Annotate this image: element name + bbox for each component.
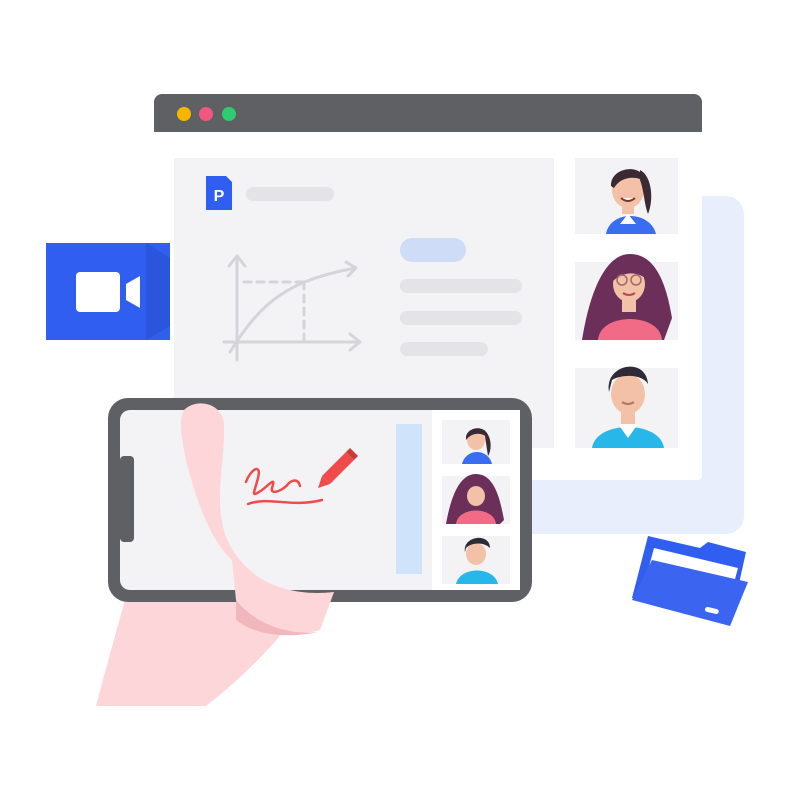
video-camera-icon[interactable] bbox=[46, 243, 170, 340]
highlight-pill-placeholder bbox=[400, 238, 466, 262]
phone-participant-woman-glasses[interactable] bbox=[442, 474, 510, 524]
document-p-icon: P bbox=[206, 176, 232, 210]
illustration-canvas: P bbox=[0, 0, 800, 800]
document-title-placeholder bbox=[246, 187, 334, 201]
text-line-placeholder-2 bbox=[400, 311, 522, 325]
folder-icon[interactable] bbox=[632, 536, 748, 626]
phone-scroll-panel[interactable] bbox=[396, 424, 422, 574]
participant-tile-woman-ponytail[interactable] bbox=[575, 158, 678, 234]
window-minimize-dot[interactable] bbox=[199, 107, 213, 121]
svg-text:P: P bbox=[214, 188, 225, 205]
phone-with-hand bbox=[96, 398, 532, 706]
participant-tile-man[interactable] bbox=[575, 366, 678, 448]
phone-notch bbox=[120, 456, 134, 542]
text-line-placeholder-1 bbox=[400, 279, 522, 293]
phone-participant-woman-ponytail[interactable] bbox=[442, 420, 510, 464]
window-maximize-dot[interactable] bbox=[222, 107, 236, 121]
window-close-dot[interactable] bbox=[177, 107, 191, 121]
window-title-bar bbox=[154, 94, 702, 132]
video-collaboration-illustration: P bbox=[46, 94, 748, 706]
phone-participant-man[interactable] bbox=[442, 536, 510, 584]
text-line-placeholder-3 bbox=[400, 342, 488, 356]
participant-tile-woman-glasses[interactable] bbox=[575, 254, 678, 340]
